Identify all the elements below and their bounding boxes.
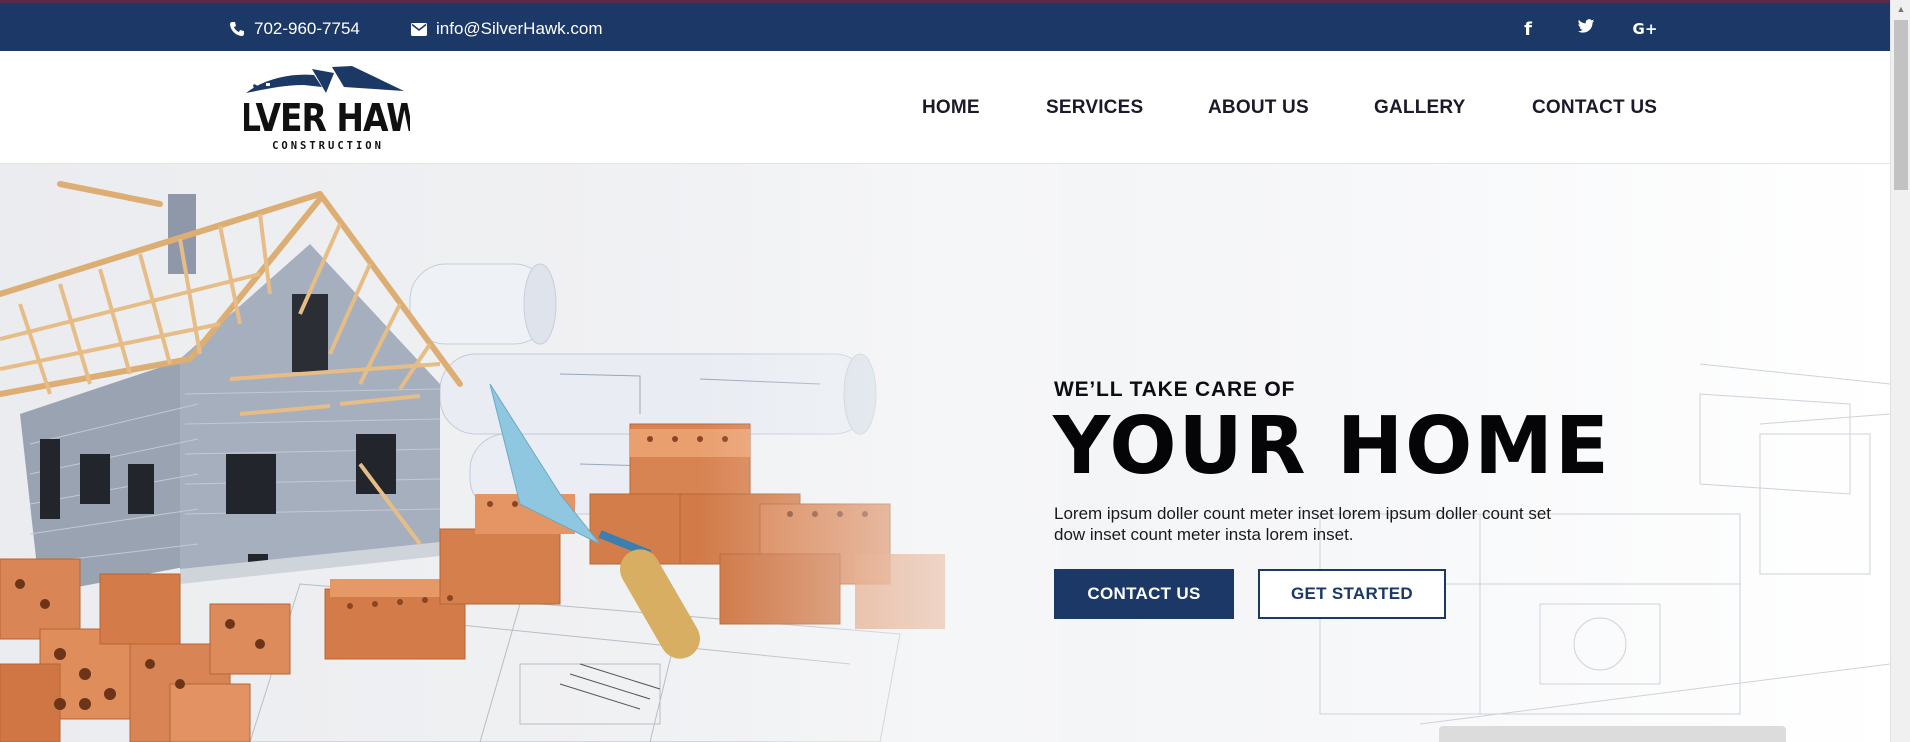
nav-gallery[interactable]: GALLERY [1374, 97, 1465, 119]
site-header: SILVER HAWK CONSTRUCTION HOME SERVICES A… [0, 51, 1890, 164]
contact-us-button[interactable]: CONTACT US [1054, 569, 1234, 619]
phone-number: 702-960-7754 [254, 19, 360, 38]
silver-hawk-logo[interactable]: SILVER HAWK CONSTRUCTION [206, 63, 449, 153]
email-address: info@SilverHawk.com [436, 19, 603, 38]
hero-description: Lorem ipsum doller count meter inset lor… [1054, 504, 1551, 544]
svg-text:CONSTRUCTION: CONSTRUCTION [272, 140, 384, 152]
google-plus-link[interactable]: G+ [1630, 17, 1660, 41]
twitter-link[interactable] [1574, 17, 1598, 41]
hero-eyebrow: WE’LL TAKE CARE OF [1054, 378, 1296, 401]
phone-contact[interactable]: 702-960-7754 [228, 19, 360, 39]
nav-services[interactable]: SERVICES [1046, 97, 1143, 119]
top-contact-bar: 702-960-7754 info@SilverHawk.com f G+ [0, 0, 1890, 51]
scroll-up-arrow-icon[interactable]: ▲ [1891, 0, 1910, 18]
bottom-popup-tab[interactable] [1439, 726, 1786, 742]
hero-headline: YOUR HOME [1053, 400, 1611, 492]
nav-about-us[interactable]: ABOUT US [1208, 97, 1309, 119]
facebook-link[interactable]: f [1516, 17, 1540, 41]
scrollbar-thumb[interactable] [1894, 20, 1908, 190]
phone-icon [228, 20, 246, 38]
envelope-icon [410, 20, 428, 38]
email-contact[interactable]: info@SilverHawk.com [410, 19, 603, 39]
get-started-button[interactable]: GET STARTED [1258, 569, 1446, 619]
nav-contact-us[interactable]: CONTACT US [1532, 97, 1657, 119]
google-plus-icon: G+ [1632, 20, 1658, 38]
page-scrollbar[interactable]: ▲ [1890, 0, 1910, 742]
svg-text:SILVER HAWK: SILVER HAWK [244, 97, 410, 141]
facebook-icon: f [1524, 18, 1532, 40]
nav-home[interactable]: HOME [922, 97, 980, 119]
twitter-icon [1577, 19, 1595, 39]
hero-fade-overlay [700, 164, 1060, 742]
